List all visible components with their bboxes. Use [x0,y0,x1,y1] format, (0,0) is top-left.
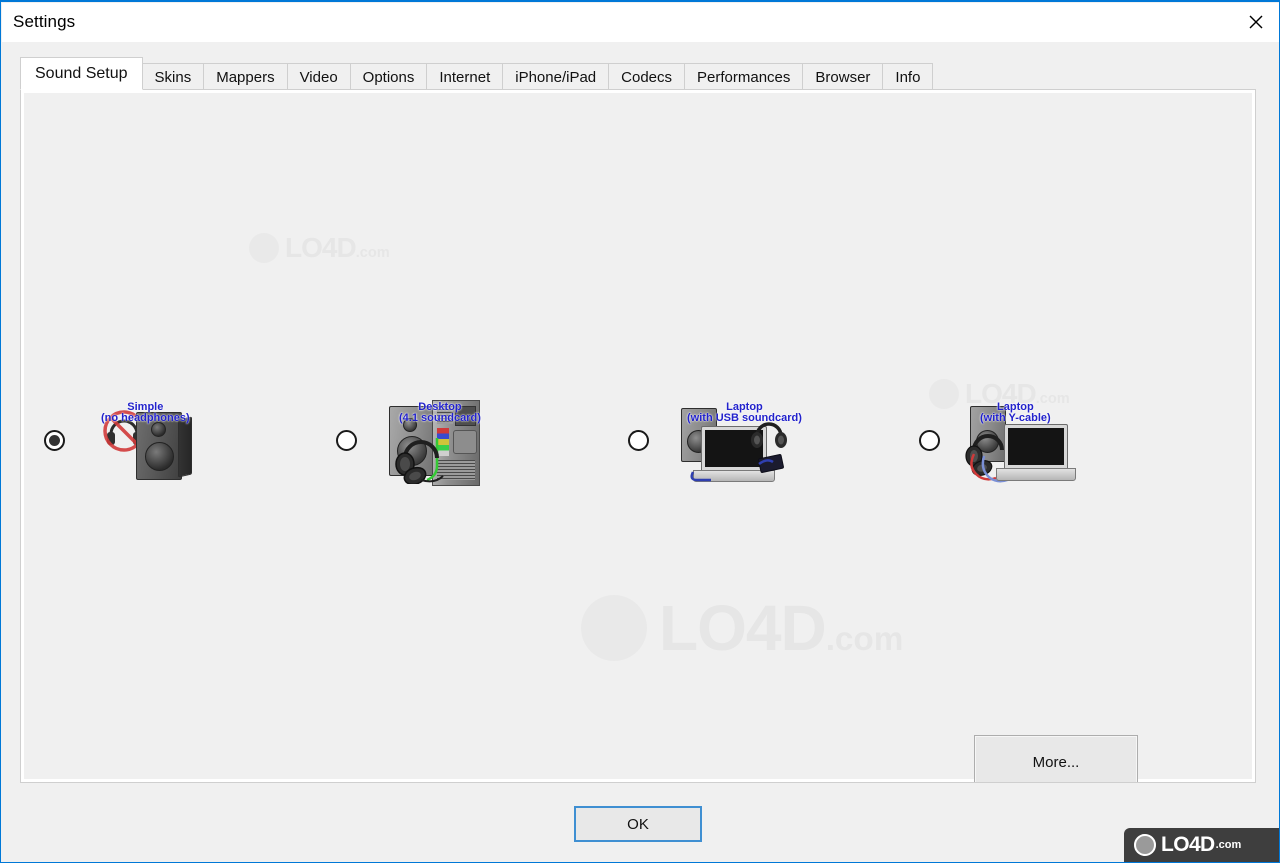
lo4d-logo-icon [249,233,279,263]
speaker-woofer [145,442,174,471]
speaker-tweeter [151,422,166,437]
tower-drive-bays [437,406,453,424]
tab-browser[interactable]: Browser [802,63,884,90]
more-button-label: More... [1032,753,1080,771]
lo4d-badge-text: LO4D [1161,833,1215,856]
lo4d-badge-suffix: .com [1215,839,1242,851]
sound-option-laptop-usb[interactable]: Laptop (with USB soundcard) [628,390,802,490]
tab-label: Codecs [621,68,673,86]
ok-button[interactable]: OK [574,806,702,842]
tab-video[interactable]: Video [286,63,351,90]
laptop-base [996,468,1076,481]
lo4d-logo-icon [581,595,647,661]
laptop-usb-soundcard-icon: Laptop (with USB soundcard) [667,394,802,486]
radio-simple[interactable] [44,429,65,451]
tab-label: Info [895,68,921,86]
watermark-center: LO4D.com [581,595,903,661]
speaker-no-headphones-icon: Simple (no headphones) [83,394,198,486]
tab-options[interactable]: Options [349,63,428,90]
more-button[interactable]: More... [974,735,1138,782]
radio-desktop[interactable] [336,429,357,451]
tab-label: Sound Setup [35,64,128,82]
tab-label: Video [299,68,338,86]
radio-laptop-usb[interactable] [628,429,649,451]
title-bar: Settings [2,3,1279,42]
option-title: Laptop [726,401,763,413]
tab-performances[interactable]: Performances [684,63,804,90]
tab-label: Browser [815,68,871,86]
close-icon[interactable] [1233,3,1279,40]
tab-label: Options [362,68,415,86]
tower-psu [455,406,476,426]
settings-window: Settings Sound Setup Skins Mappers Video… [0,0,1280,863]
watermark-top-left: LO4D.com [249,233,390,263]
sound-option-laptop-ycable[interactable]: Laptop (with Y-cable) [919,390,1076,490]
watermark-text: LO4D [659,592,827,664]
window-title: Settings [13,12,76,31]
laptop-y-cable-icon: Laptop (with Y-cable) [958,394,1076,486]
tab-label: Performances [697,68,791,86]
sound-option-simple[interactable]: Simple (no headphones) [44,390,198,490]
lo4d-watermark-badge: LO4D .com [1124,828,1279,862]
tab-iphone-ipad[interactable]: iPhone/iPad [502,63,610,90]
radio-laptop-ycable[interactable] [919,429,940,451]
tab-mappers[interactable]: Mappers [203,63,288,90]
tab-sound-setup[interactable]: Sound Setup [20,57,143,90]
watermark-suffix: .com [355,245,390,261]
tab-internet[interactable]: Internet [426,63,504,90]
desktop-tower-headphones-icon: Desktop (4.1 soundcard) [375,394,490,486]
sound-option-desktop[interactable]: Desktop (4.1 soundcard) [336,390,490,490]
tab-codecs[interactable]: Codecs [608,63,686,90]
tab-strip: Sound Setup Skins Mappers Video Options … [20,57,934,90]
headphones-icon [395,440,444,484]
tab-label: Skins [154,68,192,86]
usb-cable-icon [690,459,774,482]
tab-skins[interactable]: Skins [141,63,205,90]
watermark-text: LO4D [285,232,357,263]
laptop-screen [1004,424,1068,470]
watermark-suffix: .com [825,621,904,658]
tab-info[interactable]: Info [882,63,934,90]
tab-label: Internet [439,68,491,86]
sound-setup-panel: LO4D.com LO4D.com LO4D.com Simple (no he… [20,89,1256,783]
tab-label: iPhone/iPad [515,68,597,86]
headphones-icon [751,422,787,448]
tab-label: Mappers [216,68,275,86]
speaker-side [178,416,192,478]
ok-button-label: OK [627,815,649,833]
lo4d-logo-icon [1134,834,1156,856]
